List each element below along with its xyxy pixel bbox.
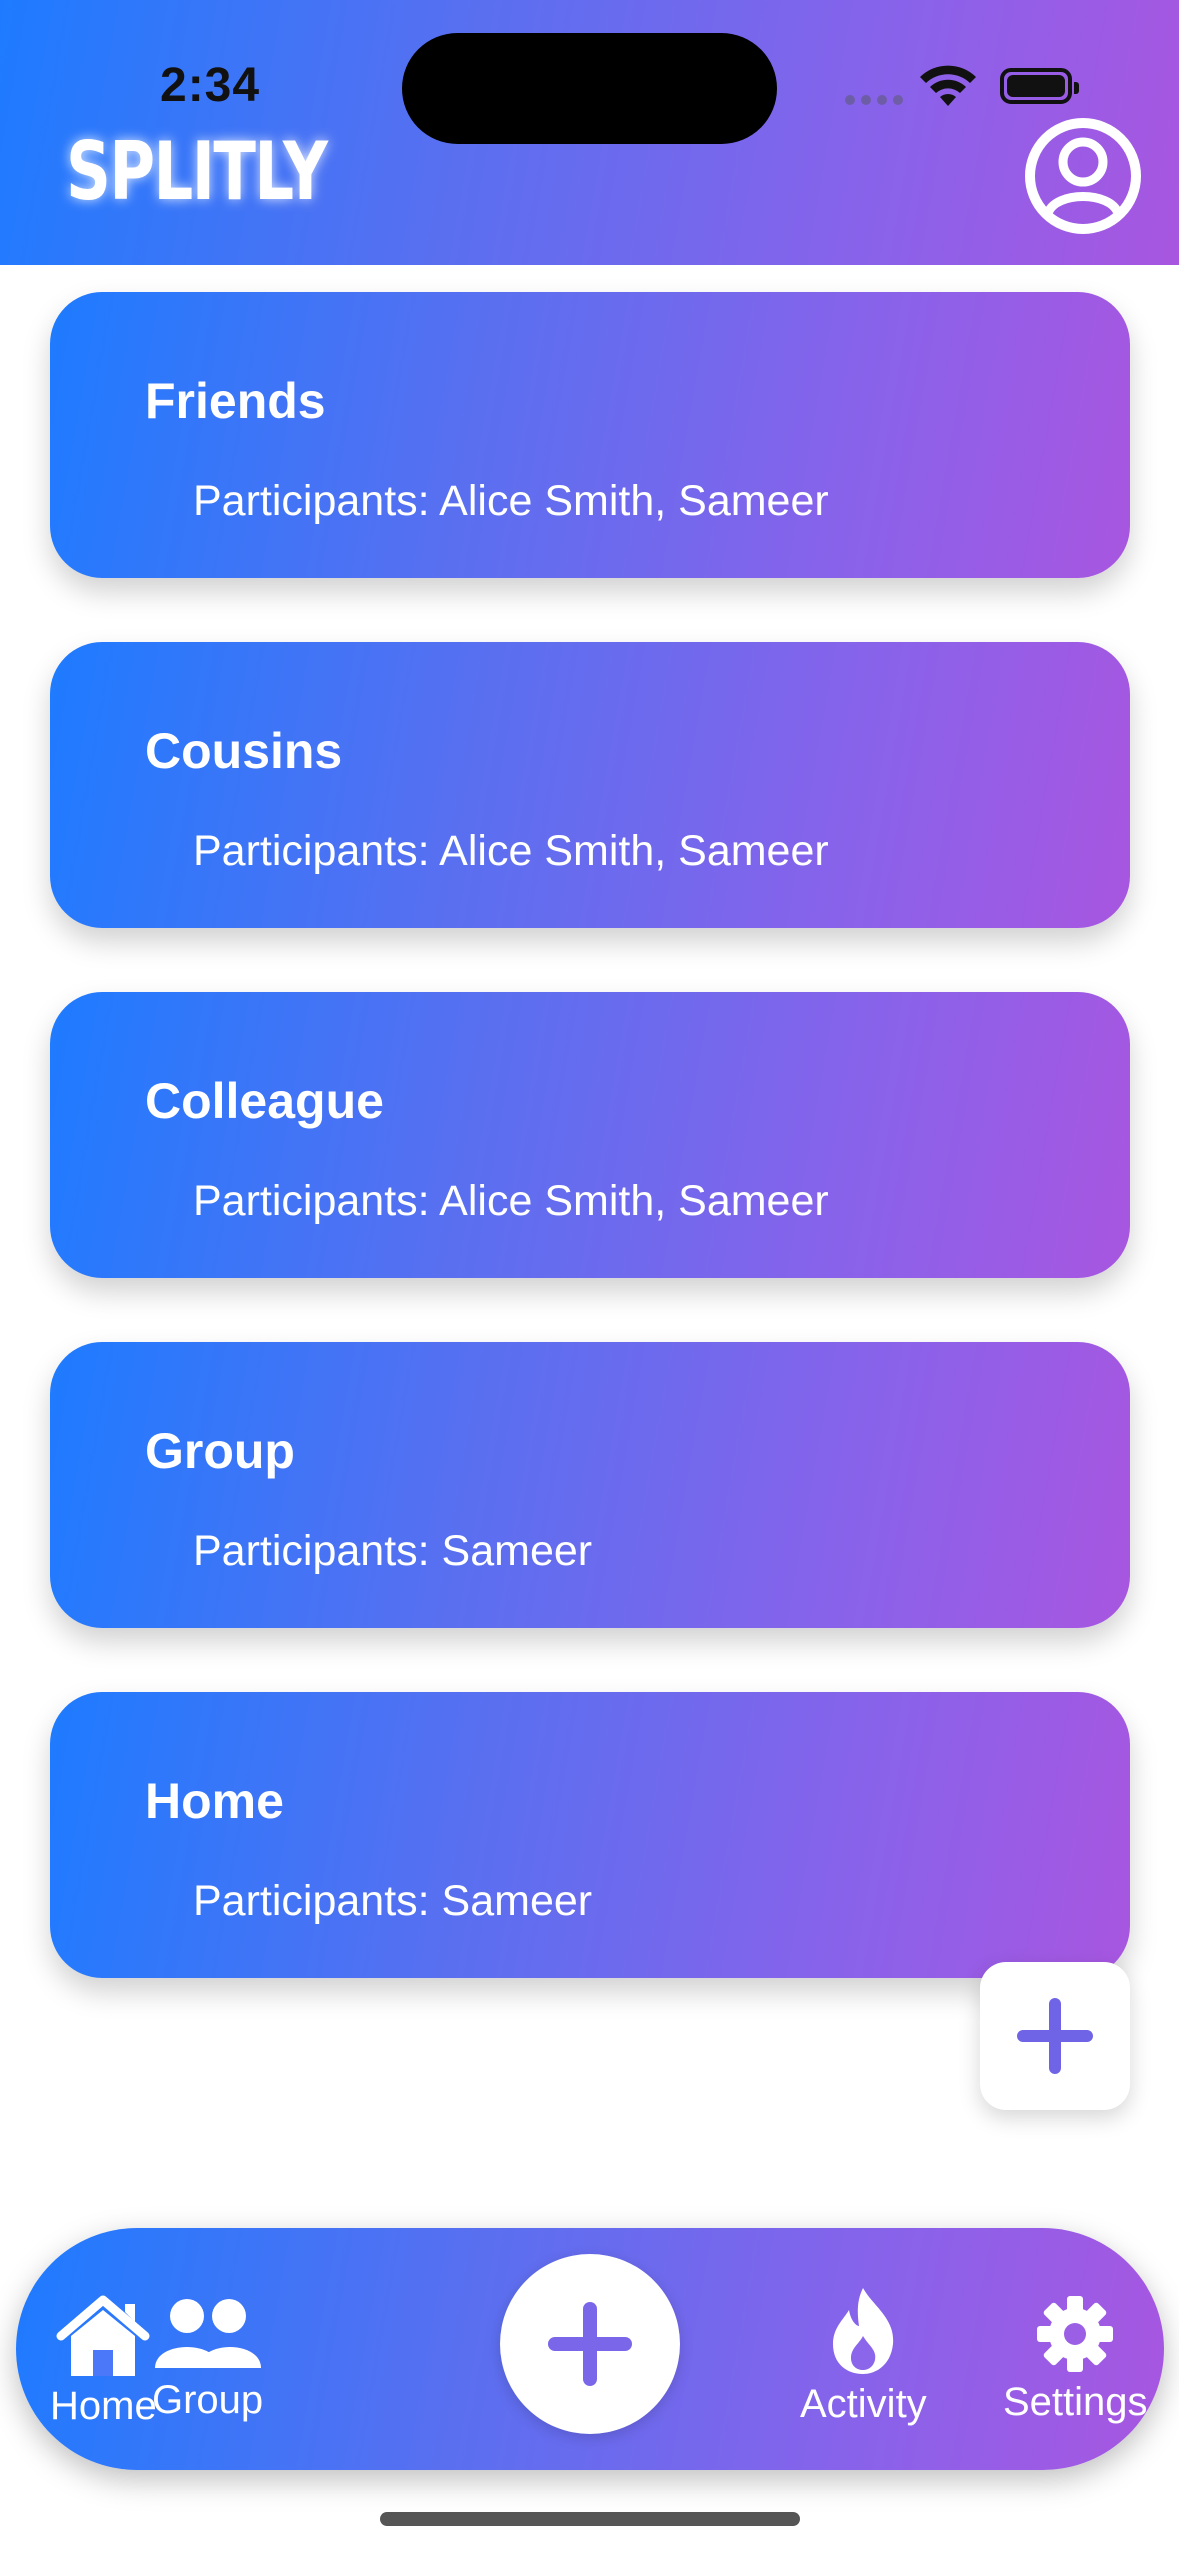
group-name: Colleague xyxy=(145,1073,384,1129)
group-participants: Participants: Sameer xyxy=(193,1527,593,1575)
dynamic-island xyxy=(402,33,777,144)
group-name: Cousins xyxy=(145,723,343,779)
tab-settings[interactable]: Settings xyxy=(1003,2294,1148,2425)
group-list: Friends Participants: Alice Smith, Samee… xyxy=(50,292,1130,2042)
house-icon xyxy=(56,2295,150,2376)
tab-settings-label: Settings xyxy=(1003,2380,1148,2424)
app-logo-title: SPLITLY xyxy=(66,125,328,218)
add-group-button[interactable] xyxy=(980,1962,1130,2110)
group-name: Group xyxy=(145,1423,295,1479)
cellular-signal-icon xyxy=(845,95,903,105)
people-icon xyxy=(154,2299,261,2368)
group-card-friends[interactable]: Friends Participants: Alice Smith, Samee… xyxy=(50,292,1130,578)
group-participants: Participants: Alice Smith, Sameer xyxy=(193,477,829,525)
tab-home[interactable]: Home xyxy=(50,2294,157,2429)
group-card-colleague[interactable]: Colleague Participants: Alice Smith, Sam… xyxy=(50,992,1130,1278)
gear-icon xyxy=(1037,2296,1114,2372)
group-name: Friends xyxy=(145,373,326,429)
group-card-cousins[interactable]: Cousins Participants: Alice Smith, Samee… xyxy=(50,642,1130,928)
group-participants: Participants: Alice Smith, Sameer xyxy=(193,1177,829,1225)
flame-icon xyxy=(833,2288,894,2374)
group-card-group[interactable]: Group Participants: Sameer xyxy=(50,1342,1130,1628)
tab-group[interactable]: Group xyxy=(152,2296,263,2423)
status-time: 2:34 xyxy=(160,59,261,112)
tab-home-label: Home xyxy=(50,2384,157,2428)
plus-icon xyxy=(548,2302,632,2386)
home-indicator[interactable] xyxy=(380,2512,800,2526)
group-name: Home xyxy=(145,1773,284,1829)
app-header: 2:34 SPLITLY xyxy=(0,0,1179,265)
plus-icon xyxy=(1017,1998,1093,2074)
add-expense-button[interactable] xyxy=(500,2254,680,2434)
wifi-icon xyxy=(920,65,976,106)
group-card-home[interactable]: Home Participants: Sameer xyxy=(50,1692,1130,1978)
tab-group-label: Group xyxy=(152,2378,264,2422)
profile-avatar-icon[interactable] xyxy=(1024,117,1142,235)
tab-activity-label: Activity xyxy=(800,2382,927,2426)
tab-activity[interactable]: Activity xyxy=(800,2286,927,2427)
group-participants: Participants: Alice Smith, Sameer xyxy=(193,827,829,875)
battery-icon xyxy=(1000,68,1079,104)
group-participants: Participants: Sameer xyxy=(193,1877,593,1925)
bottom-tab-bar: Home Group Activity Settings xyxy=(16,2228,1164,2470)
